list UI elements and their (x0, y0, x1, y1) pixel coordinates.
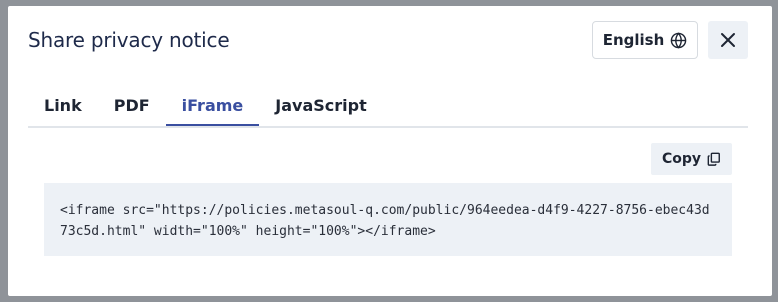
close-button[interactable] (708, 21, 748, 59)
close-icon (721, 33, 735, 47)
tab-pdf[interactable]: PDF (98, 86, 166, 126)
language-select-button[interactable]: English (592, 21, 698, 59)
copy-button[interactable]: Copy (651, 143, 732, 175)
modal-title: Share privacy notice (28, 28, 230, 52)
share-privacy-notice-modal: Share privacy notice English Link PDF iF… (8, 6, 772, 296)
share-tabs: Link PDF iFrame JavaScript (28, 86, 748, 128)
tab-link[interactable]: Link (28, 86, 98, 126)
copy-icon (707, 152, 720, 166)
tab-javascript[interactable]: JavaScript (259, 86, 382, 126)
tab-iframe[interactable]: iFrame (165, 86, 260, 126)
language-label: English (602, 31, 665, 49)
copy-label: Copy (661, 151, 702, 167)
globe-icon (670, 31, 687, 49)
embed-code-block[interactable]: <iframe src="https://policies.metasoul-q… (44, 183, 732, 256)
